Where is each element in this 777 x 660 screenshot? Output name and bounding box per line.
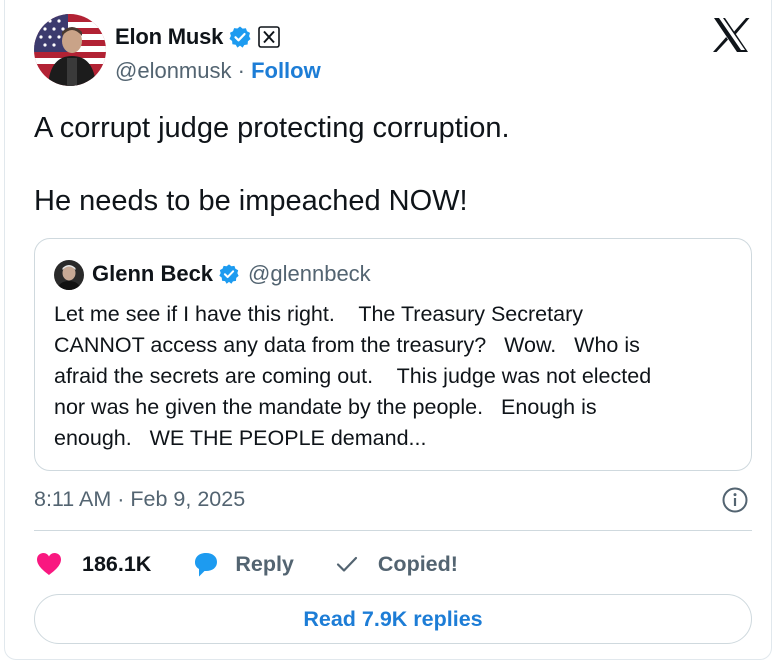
quoted-tweet[interactable]: Glenn Beck @glennbeck Let me see if I ha… (34, 238, 752, 471)
quoted-tweet-text: Let me see if I have this right. The Tre… (54, 302, 652, 450)
follow-button[interactable]: Follow (251, 58, 321, 83)
author-handle[interactable]: @elonmusk (115, 58, 232, 83)
heart-icon (37, 553, 61, 575)
action-bar: 186.1K Reply Copied! (34, 548, 458, 580)
tweet-text: A corrupt judge protecting corruption. H… (34, 110, 510, 220)
reply-label: Reply (235, 551, 294, 576)
read-replies-button[interactable]: Read 7.9K replies (34, 594, 752, 644)
verified-badge-icon (219, 264, 239, 284)
speech-bubble-icon (195, 553, 218, 577)
reply-button[interactable]: Reply (191, 549, 294, 579)
verified-badge-icon (229, 26, 251, 48)
tweet-line-2: He needs to be impeached NOW! (34, 185, 468, 217)
divider (34, 530, 752, 531)
like-count: 186.1K (82, 551, 152, 576)
author-name[interactable]: Elon Musk (115, 24, 223, 50)
quoted-header: Glenn Beck @glennbeck (92, 261, 371, 287)
handle-separator: · (231, 58, 252, 83)
quoted-author-handle[interactable]: @glennbeck (248, 261, 371, 287)
quoted-author-name[interactable]: Glenn Beck (92, 261, 213, 287)
tweet-line-1: A corrupt judge protecting corruption. (34, 112, 510, 144)
tweet-timestamp[interactable]: 8:11 AM · Feb 9, 2025 (34, 487, 245, 512)
copy-link-button[interactable]: Copied! (332, 549, 458, 579)
x-logo-icon[interactable] (711, 16, 751, 54)
author-handle-row: @elonmusk · Follow (115, 58, 321, 84)
quoted-author-avatar[interactable] (54, 260, 84, 290)
author-avatar[interactable] (34, 14, 106, 86)
author-name-row: Elon Musk (115, 24, 281, 50)
checkmark-icon (336, 556, 358, 572)
info-icon[interactable] (721, 486, 749, 514)
copied-label: Copied! (377, 551, 458, 576)
x-badge-icon (258, 26, 281, 48)
like-button[interactable]: 186.1K (34, 549, 151, 579)
tweet-card: Elon Musk @elonmusk · Follow A corrupt j… (4, 0, 772, 660)
